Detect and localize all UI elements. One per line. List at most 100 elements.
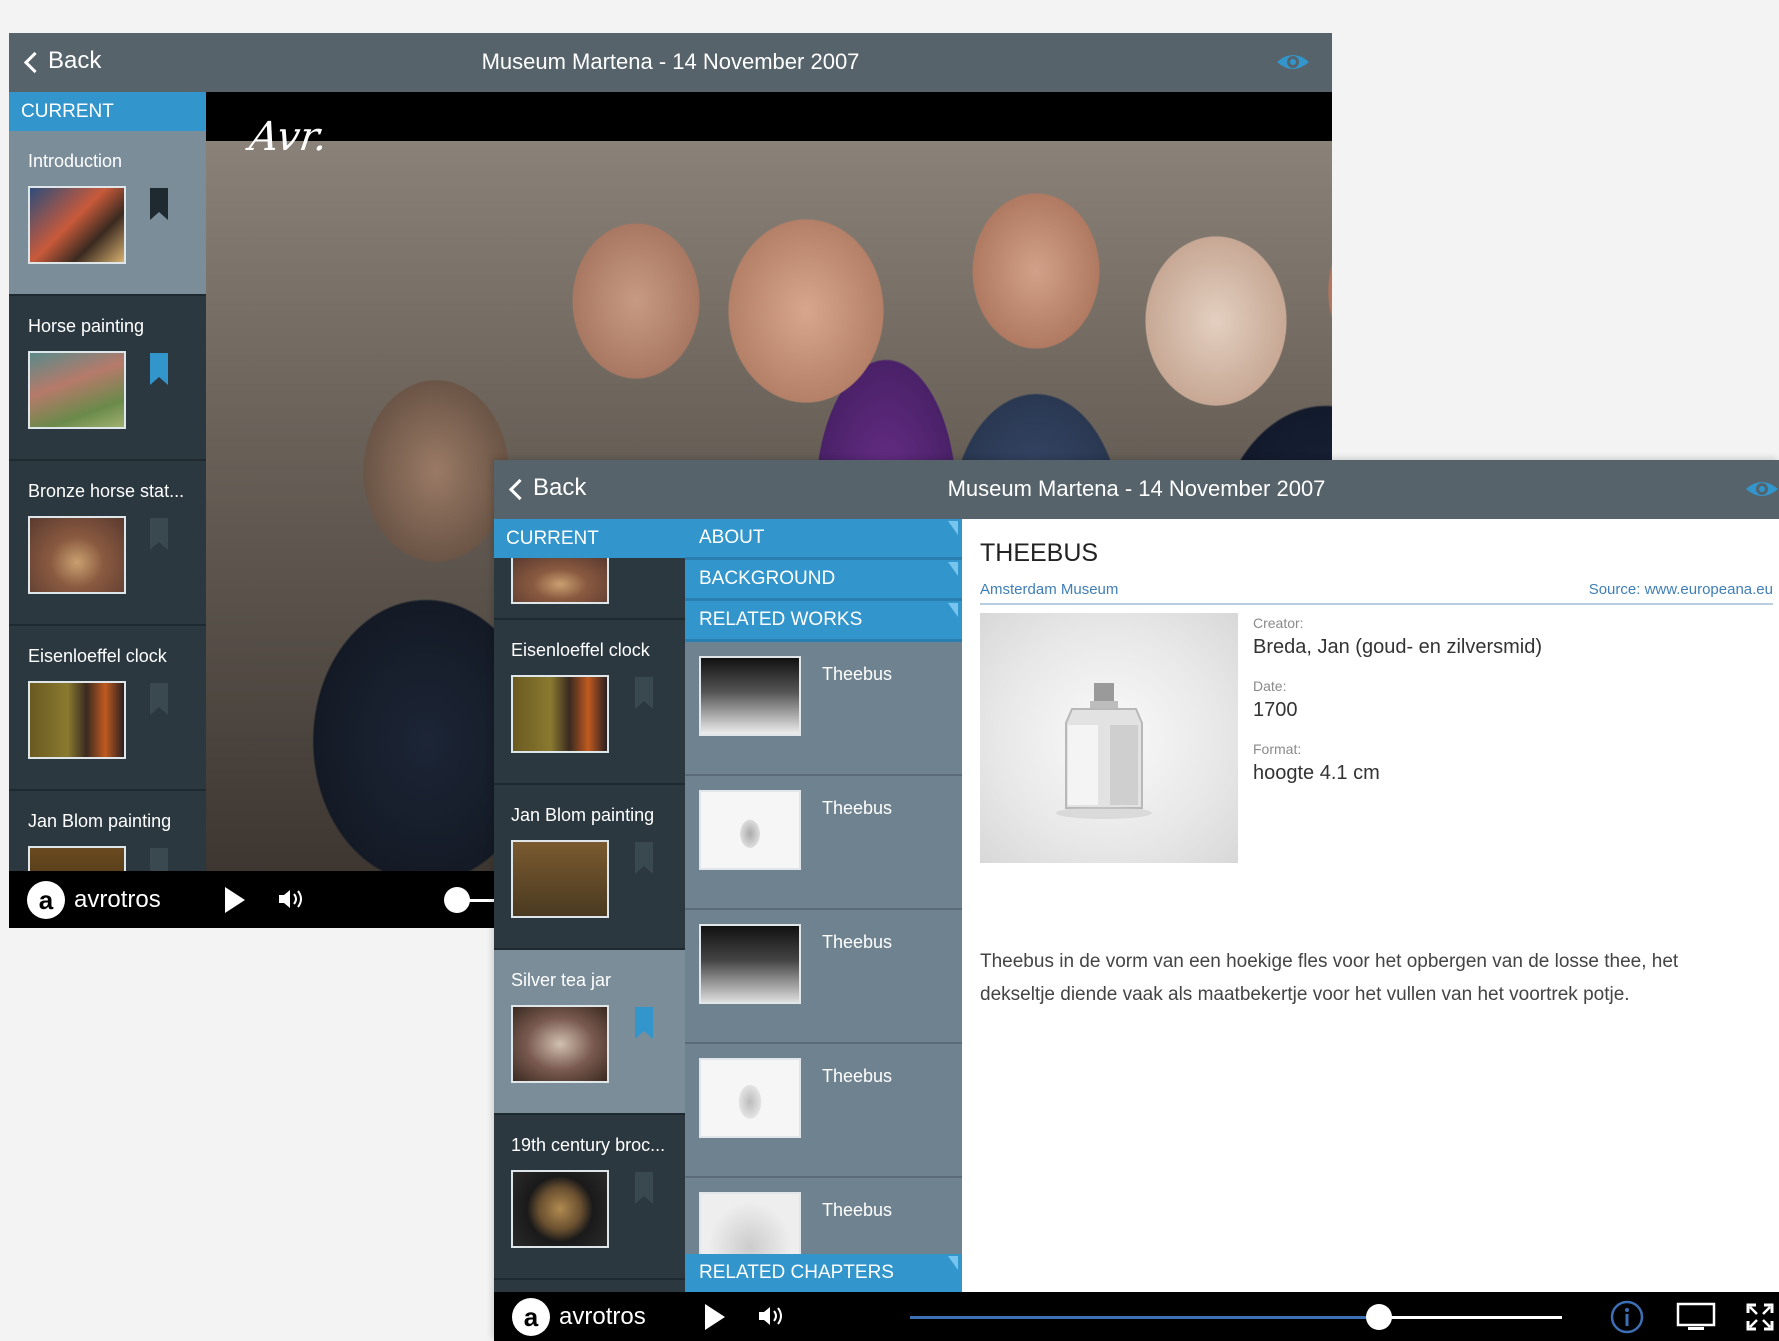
related-work-thumbnail bbox=[699, 1058, 801, 1138]
related-work-item[interactable]: Theebus bbox=[685, 642, 962, 776]
seek-thumb[interactable] bbox=[444, 887, 470, 913]
current-header: CURRENT bbox=[9, 92, 206, 131]
menu-related-works[interactable]: RELATED WORKS bbox=[685, 601, 962, 642]
divider bbox=[980, 603, 1773, 605]
chapter-item[interactable]: Eisenloeffel clock bbox=[494, 620, 685, 785]
creator-label: Creator: bbox=[1253, 615, 1304, 631]
notch-icon bbox=[948, 562, 958, 576]
info-icon[interactable] bbox=[1610, 1300, 1644, 1334]
chapter-list: CURRENT Introduction Horse painting Bron… bbox=[9, 92, 206, 871]
current-header: CURRENT bbox=[494, 519, 685, 558]
play-icon[interactable] bbox=[225, 887, 245, 913]
bookmark-icon[interactable] bbox=[635, 1172, 653, 1204]
museum-link[interactable]: Amsterdam Museum bbox=[980, 581, 1118, 598]
brand-name: avrotros bbox=[559, 1303, 646, 1330]
related-work-thumbnail bbox=[699, 656, 801, 736]
seek-progress bbox=[910, 1316, 1380, 1319]
chapter-thumbnail[interactable] bbox=[28, 846, 126, 871]
chapter-label: Jan Blom painting bbox=[28, 811, 172, 831]
chapter-thumbnail[interactable] bbox=[511, 558, 609, 604]
notch-icon bbox=[948, 603, 958, 617]
volume-icon[interactable] bbox=[277, 888, 307, 910]
broadcaster-logo: Avr. bbox=[246, 114, 331, 160]
seek-slider[interactable] bbox=[910, 1304, 1562, 1330]
chapter-thumbnail[interactable] bbox=[511, 675, 609, 753]
related-work-label: Theebus bbox=[822, 798, 893, 818]
item-image bbox=[980, 613, 1238, 863]
fullscreen-icon[interactable] bbox=[1746, 1303, 1774, 1331]
menu-related-chapters[interactable]: RELATED CHAPTERS bbox=[685, 1254, 962, 1292]
source-link[interactable]: Source: www.europeana.eu bbox=[1589, 581, 1773, 598]
chapter-item-partial[interactable] bbox=[494, 558, 685, 620]
title-bar: Back Museum Martena - 14 November 2007 bbox=[9, 33, 1332, 92]
control-bar: a avrotros bbox=[494, 1292, 1779, 1341]
detail-panel: THEEBUS Amsterdam Museum Source: www.eur… bbox=[962, 519, 1779, 1292]
bookmark-icon[interactable] bbox=[635, 842, 653, 874]
chapter-label: Eisenloeffel clock bbox=[28, 646, 167, 666]
eye-icon[interactable] bbox=[1745, 478, 1779, 500]
format-value: hoogte 4.1 cm bbox=[1253, 762, 1380, 784]
brand: a avrotros bbox=[27, 881, 161, 919]
chapter-thumbnail[interactable] bbox=[511, 1005, 609, 1083]
menu-background-label: BACKGROUND bbox=[699, 568, 836, 589]
brand: a avrotros bbox=[512, 1298, 646, 1336]
bookmark-icon[interactable] bbox=[150, 188, 168, 220]
tea-jar-image bbox=[1056, 683, 1152, 819]
chapter-item[interactable]: Jan Blom painting bbox=[494, 785, 685, 950]
chapter-item[interactable]: Eisenloeffel clock bbox=[9, 626, 206, 791]
related-work-item[interactable]: Theebus bbox=[685, 776, 962, 910]
menu-background[interactable]: BACKGROUND bbox=[685, 560, 962, 601]
chapter-label: 19th century broc... bbox=[511, 1135, 666, 1155]
chapter-item[interactable]: Introduction bbox=[9, 131, 206, 296]
related-work-item[interactable]: Theebus bbox=[685, 1044, 962, 1178]
related-work-item[interactable]: Theebus bbox=[685, 910, 962, 1044]
window-title: Museum Martena - 14 November 2007 bbox=[947, 476, 1326, 501]
chapter-list: CURRENT Eisenloeffel clock Jan Blom pain… bbox=[494, 519, 685, 1292]
creator-value: Breda, Jan (goud- en zilversmid) bbox=[1253, 636, 1543, 658]
bookmark-icon[interactable] bbox=[150, 683, 168, 715]
info-menu: ABOUT BACKGROUND RELATED WORKS Theebus T… bbox=[685, 519, 962, 1292]
brand-name: avrotros bbox=[74, 886, 161, 913]
related-work-thumbnail bbox=[699, 790, 801, 870]
screen-icon[interactable] bbox=[1676, 1302, 1716, 1332]
chapter-item[interactable]: Silver tea jar bbox=[494, 950, 685, 1115]
bookmark-icon[interactable] bbox=[150, 518, 168, 550]
bookmark-icon[interactable] bbox=[635, 1007, 653, 1039]
chapter-thumbnail[interactable] bbox=[28, 351, 126, 429]
item-description: Theebus in de vorm van een hoekige fles … bbox=[980, 951, 1679, 1005]
detail-window: Back Museum Martena - 14 November 2007 C… bbox=[494, 460, 1779, 1341]
chapter-thumbnail[interactable] bbox=[511, 840, 609, 918]
notch-icon bbox=[948, 521, 958, 535]
volume-icon[interactable] bbox=[757, 1305, 787, 1327]
seek-thumb[interactable] bbox=[1366, 1304, 1393, 1330]
bookmark-icon[interactable] bbox=[150, 353, 168, 385]
related-work-thumbnail bbox=[699, 924, 801, 1004]
date-value: 1700 bbox=[1253, 699, 1298, 721]
chapter-item[interactable]: Horse painting bbox=[9, 296, 206, 461]
chapter-thumbnail[interactable] bbox=[511, 1170, 609, 1248]
play-icon[interactable] bbox=[705, 1304, 725, 1330]
related-work-label: Theebus bbox=[822, 1066, 893, 1086]
related-work-label: Theebus bbox=[822, 932, 893, 952]
related-work-label: Theebus bbox=[822, 1200, 893, 1220]
menu-about-label: ABOUT bbox=[699, 527, 765, 548]
menu-related-chapters-label: RELATED CHAPTERS bbox=[699, 1262, 894, 1283]
date-label: Date: bbox=[1253, 678, 1287, 694]
chapter-label: Horse painting bbox=[28, 316, 145, 336]
chapter-item[interactable]: 19th century broc... bbox=[494, 1115, 685, 1280]
chapter-label: Eisenloeffel clock bbox=[511, 640, 650, 660]
chapter-thumbnail[interactable] bbox=[28, 681, 126, 759]
chapter-item[interactable]: Bronze horse stat... bbox=[9, 461, 206, 626]
bookmark-icon[interactable] bbox=[150, 848, 168, 871]
menu-about[interactable]: ABOUT bbox=[685, 519, 962, 560]
chapter-thumbnail[interactable] bbox=[28, 516, 126, 594]
chapter-label: Jan Blom painting bbox=[511, 805, 655, 825]
chapter-label: Silver tea jar bbox=[511, 970, 612, 990]
window-title: Museum Martena - 14 November 2007 bbox=[481, 49, 860, 74]
avrotros-logo-icon: a bbox=[27, 881, 65, 919]
format-label: Format: bbox=[1253, 741, 1302, 757]
bookmark-icon[interactable] bbox=[635, 677, 653, 709]
eye-icon[interactable] bbox=[1276, 51, 1310, 73]
chapter-thumbnail[interactable] bbox=[28, 186, 126, 264]
chapter-item[interactable]: Jan Blom painting bbox=[9, 791, 206, 871]
